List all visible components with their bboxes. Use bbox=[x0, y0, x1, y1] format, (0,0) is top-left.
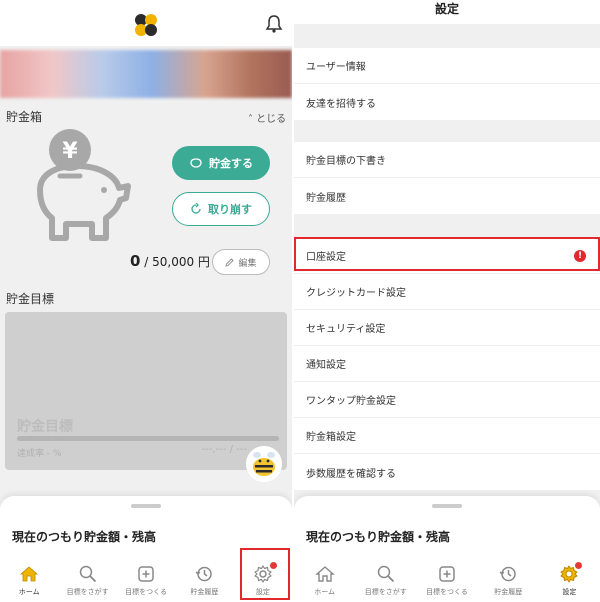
refresh-icon bbox=[191, 203, 201, 214]
sheet-handle[interactable] bbox=[131, 504, 161, 508]
tab-create-goal-right[interactable]: 目標をつくる bbox=[416, 558, 477, 602]
tab-search-goals-label-right: 目標をさがす bbox=[364, 588, 407, 596]
goal-amount: ---,--- / --- bbox=[201, 444, 247, 455]
tab-home-label-right: ホーム bbox=[314, 588, 335, 596]
goal-card[interactable]: 貯金目標 達成率 - % ---,--- / --- bbox=[5, 312, 287, 470]
tab-settings-label-right: 設定 bbox=[562, 588, 577, 596]
save-button[interactable]: 貯金する bbox=[172, 146, 270, 180]
menu-item-user-info[interactable]: ユーザー情報 bbox=[294, 48, 600, 84]
menu-item-goal-drafts[interactable]: 貯金目標の下書き bbox=[294, 142, 600, 178]
yen-symbol: ¥ bbox=[62, 139, 78, 164]
tab-create-goal-label-right: 目標をつくる bbox=[426, 588, 468, 596]
tab-home[interactable]: ホーム bbox=[0, 558, 58, 602]
goal-title: 貯金目標 bbox=[17, 419, 73, 435]
bell-icon[interactable] bbox=[264, 14, 284, 34]
tab-create-goal-label: 目標をつくる bbox=[125, 588, 167, 596]
tab-home-right[interactable]: ホーム bbox=[294, 558, 355, 602]
notification-dot-right bbox=[574, 562, 582, 569]
withdraw-button-label: 取り崩す bbox=[208, 203, 252, 216]
settings-tab-highlight bbox=[240, 548, 290, 600]
menu-item-savings-box[interactable]: 貯金箱設定 bbox=[294, 418, 600, 454]
save-button-label: 貯金する bbox=[209, 157, 253, 170]
tab-settings-right[interactable]: 設定 bbox=[539, 558, 600, 602]
tab-history-label: 貯金履歴 bbox=[190, 588, 219, 596]
menu-item-security[interactable]: セキュリティ設定 bbox=[294, 310, 600, 346]
amount-goal: / 50,000 円 bbox=[144, 255, 210, 269]
tab-search-goals-right[interactable]: 目標をさがす bbox=[355, 558, 416, 602]
home-icon bbox=[314, 566, 335, 582]
balance-sheet-title: 現在のつもり貯金額・残高 bbox=[12, 530, 157, 544]
history-icon bbox=[195, 566, 213, 582]
search-icon bbox=[377, 565, 394, 582]
plus-square-icon bbox=[138, 566, 154, 582]
tab-bar-right: ホーム 目標をさがす 目標をつくる 貯金履歴 設定 bbox=[294, 558, 600, 602]
savings-group: 貯金目標の下書き 貯金履歴 bbox=[294, 142, 600, 214]
settings-title: 設定 bbox=[434, 2, 459, 16]
tab-history-right[interactable]: 貯金履歴 bbox=[478, 558, 539, 602]
savings-amount: 0 / 50,000 円 bbox=[130, 252, 210, 270]
settings-header: 設定 bbox=[294, 0, 600, 24]
edit-button-label: 編集 bbox=[238, 258, 257, 269]
history-icon bbox=[499, 566, 516, 582]
tab-search-goals-label: 目標をさがす bbox=[66, 588, 109, 596]
menu-item-credit-card[interactable]: クレジットカード設定 bbox=[294, 274, 600, 310]
account-group: ユーザー情報 友達を招待する bbox=[294, 48, 600, 120]
bee-mascot-icon bbox=[246, 446, 282, 482]
account-settings-highlight bbox=[294, 237, 600, 271]
tab-create-goal[interactable]: 目標をつくる bbox=[117, 558, 175, 602]
menu-item-step-history[interactable]: 歩数履歴を確認する bbox=[294, 454, 600, 490]
tab-search-goals[interactable]: 目標をさがす bbox=[58, 558, 116, 602]
piggy-bank-icon: ¥ bbox=[37, 129, 131, 241]
amount-current: 0 bbox=[130, 252, 141, 270]
goal-progress-bar bbox=[17, 436, 279, 441]
withdraw-button[interactable]: 取り崩す bbox=[172, 192, 270, 226]
sheet-handle-right[interactable] bbox=[432, 504, 462, 508]
search-icon bbox=[79, 565, 96, 582]
logo-icon bbox=[135, 14, 157, 36]
tab-history-label-right: 貯金履歴 bbox=[494, 588, 523, 596]
home-icon bbox=[20, 566, 39, 582]
savings-box-heading: 貯金箱 bbox=[6, 110, 43, 124]
settings-screen: 設定 ユーザー情報 友達を招待する 貯金目標の下書き 貯金履歴 口座設定 ! ク… bbox=[294, 0, 600, 602]
piggy-small-icon bbox=[190, 158, 202, 168]
menu-item-savings-history[interactable]: 貯金履歴 bbox=[294, 178, 600, 214]
plus-square-icon bbox=[439, 566, 455, 582]
balance-sheet-title-right: 現在のつもり貯金額・残高 bbox=[306, 530, 451, 544]
goal-heading: 貯金目標 bbox=[6, 292, 55, 306]
home-screen: 貯金箱 ˄ とじる ¥ 貯金する 取り崩す 0 / 50,000 円 編集 貯金… bbox=[0, 0, 292, 602]
menu-item-invite-friends[interactable]: 友達を招待する bbox=[294, 84, 600, 120]
tab-history[interactable]: 貯金履歴 bbox=[175, 558, 233, 602]
pencil-icon bbox=[225, 257, 235, 267]
goal-rate: 達成率 - % bbox=[17, 449, 62, 459]
settings-group: 口座設定 ! クレジットカード設定 セキュリティ設定 通知設定 ワンタップ貯金設… bbox=[294, 238, 600, 490]
menu-item-notifications[interactable]: 通知設定 bbox=[294, 346, 600, 382]
top-bar bbox=[0, 0, 292, 46]
promo-banner[interactable] bbox=[0, 50, 292, 98]
menu-item-one-tap-savings[interactable]: ワンタップ貯金設定 bbox=[294, 382, 600, 418]
edit-button[interactable]: 編集 bbox=[212, 249, 270, 275]
tab-home-label: ホーム bbox=[18, 588, 40, 596]
collapse-toggle[interactable]: ˄ とじる bbox=[248, 110, 286, 125]
